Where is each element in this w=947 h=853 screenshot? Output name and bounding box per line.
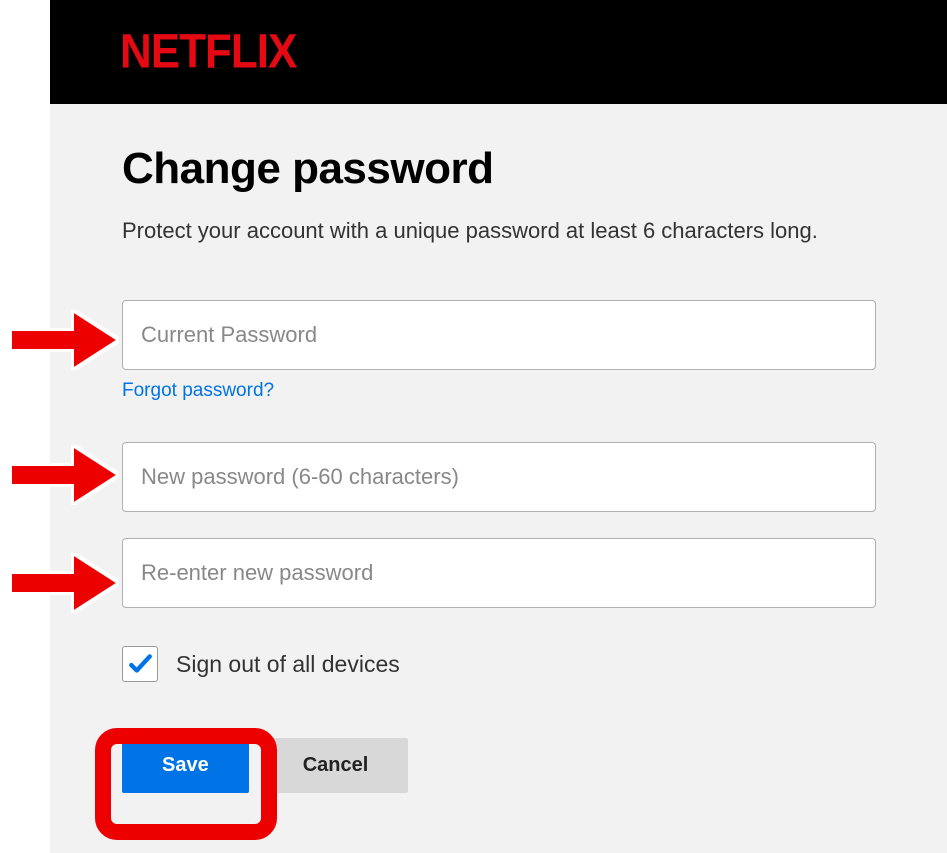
header: NETFLIX [50,0,947,104]
page-title: Change password [122,144,875,194]
current-password-input[interactable] [122,300,876,370]
save-button[interactable]: Save [122,738,249,793]
sign-out-all-checkbox[interactable] [122,646,158,682]
sign-out-all-row: Sign out of all devices [122,646,875,682]
cancel-button[interactable]: Cancel [263,738,409,793]
content-area: Change password Protect your account wit… [50,104,947,853]
current-password-group: Forgot password? [122,300,875,402]
netflix-logo: NETFLIX [120,25,296,80]
forgot-password-link[interactable]: Forgot password? [122,380,274,402]
button-row: Save Cancel [122,738,875,793]
confirm-password-group [122,538,875,608]
sign-out-all-label: Sign out of all devices [176,651,400,678]
page-subtitle: Protect your account with a unique passw… [122,218,875,244]
checkmark-icon [127,651,153,677]
annotation-arrow-icon [4,440,124,510]
new-password-input[interactable] [122,442,876,512]
confirm-password-input[interactable] [122,538,876,608]
annotation-arrow-icon [4,548,124,618]
new-password-group [122,442,875,512]
annotation-arrow-icon [4,305,124,375]
